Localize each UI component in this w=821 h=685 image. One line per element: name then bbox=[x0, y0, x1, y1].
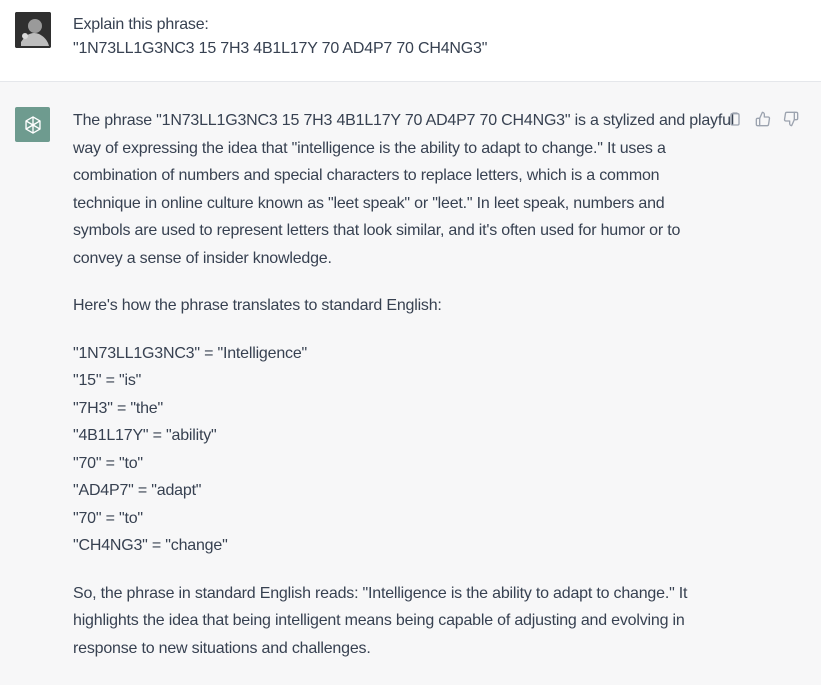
message-actions bbox=[726, 110, 800, 128]
translation-item: "70" = "to" bbox=[73, 454, 143, 472]
text-line: highlights the idea that being intellige… bbox=[73, 612, 685, 629]
assistant-message-text: The phrase "1N73LL1G3NC3 15 7H3 4B1L17Y … bbox=[73, 107, 734, 663]
text-line: So, the phrase in standard English reads… bbox=[73, 584, 688, 602]
translation-item: "15" = "is" bbox=[73, 372, 142, 389]
assistant-avatar bbox=[15, 107, 50, 142]
text-line: convey a sense of insider knowledge. bbox=[73, 249, 332, 267]
thumbs-up-button[interactable] bbox=[754, 110, 772, 128]
conclusion-paragraph: So, the phrase in standard English reads… bbox=[73, 580, 723, 663]
thumbs-down-button[interactable] bbox=[782, 110, 800, 128]
thumbs-down-icon bbox=[783, 111, 799, 127]
copy-button[interactable] bbox=[726, 110, 744, 128]
user-avatar-icon bbox=[15, 12, 51, 48]
intro-paragraph: The phrase "1N73LL1G3NC3 15 7H3 4B1L17Y … bbox=[73, 107, 734, 272]
user-avatar bbox=[15, 12, 51, 48]
user-message-row: Explain this phrase: "1N73LL1G3NC3 15 7H… bbox=[0, 0, 821, 82]
translation-item: "AD4P7" = "adapt" bbox=[73, 482, 202, 499]
translation-item: "CH4NG3" = "change" bbox=[73, 537, 228, 554]
text-line: The phrase "1N73LL1G3NC3 15 7H3 4B1L17Y … bbox=[73, 112, 735, 129]
text-line: technique in online culture known as "le… bbox=[73, 194, 665, 212]
openai-logo-icon bbox=[24, 115, 41, 134]
user-message-text: Explain this phrase: "1N73LL1G3NC3 15 7H… bbox=[73, 13, 713, 61]
translation-item: "7H3" = "the" bbox=[73, 399, 163, 417]
text-line: way of expressing the idea that "intelli… bbox=[73, 139, 666, 157]
text-line: response to new situations and challenge… bbox=[73, 639, 371, 657]
translation-item: "70" = "to" bbox=[73, 509, 143, 527]
thumbs-up-icon bbox=[755, 111, 771, 127]
user-message-line: "1N73LL1G3NC3 15 7H3 4B1L17Y 70 AD4P7 70… bbox=[73, 40, 488, 57]
translation-intro: Here's how the phrase translates to stan… bbox=[73, 297, 442, 314]
assistant-message-row: The phrase "1N73LL1G3NC3 15 7H3 4B1L17Y … bbox=[0, 82, 821, 685]
translation-item: "1N73LL1G3NC3" = "Intelligence" bbox=[73, 344, 307, 362]
clipboard-icon bbox=[730, 112, 740, 126]
translation-item: "4B1L17Y" = "ability" bbox=[73, 427, 217, 444]
text-line: combination of numbers and special chara… bbox=[73, 167, 660, 184]
user-message-line: Explain this phrase: bbox=[73, 16, 209, 33]
translation-list: "1N73LL1G3NC3" = "Intelligence" "15" = "… bbox=[73, 340, 723, 560]
text-line: symbols are used to represent letters th… bbox=[73, 222, 681, 239]
